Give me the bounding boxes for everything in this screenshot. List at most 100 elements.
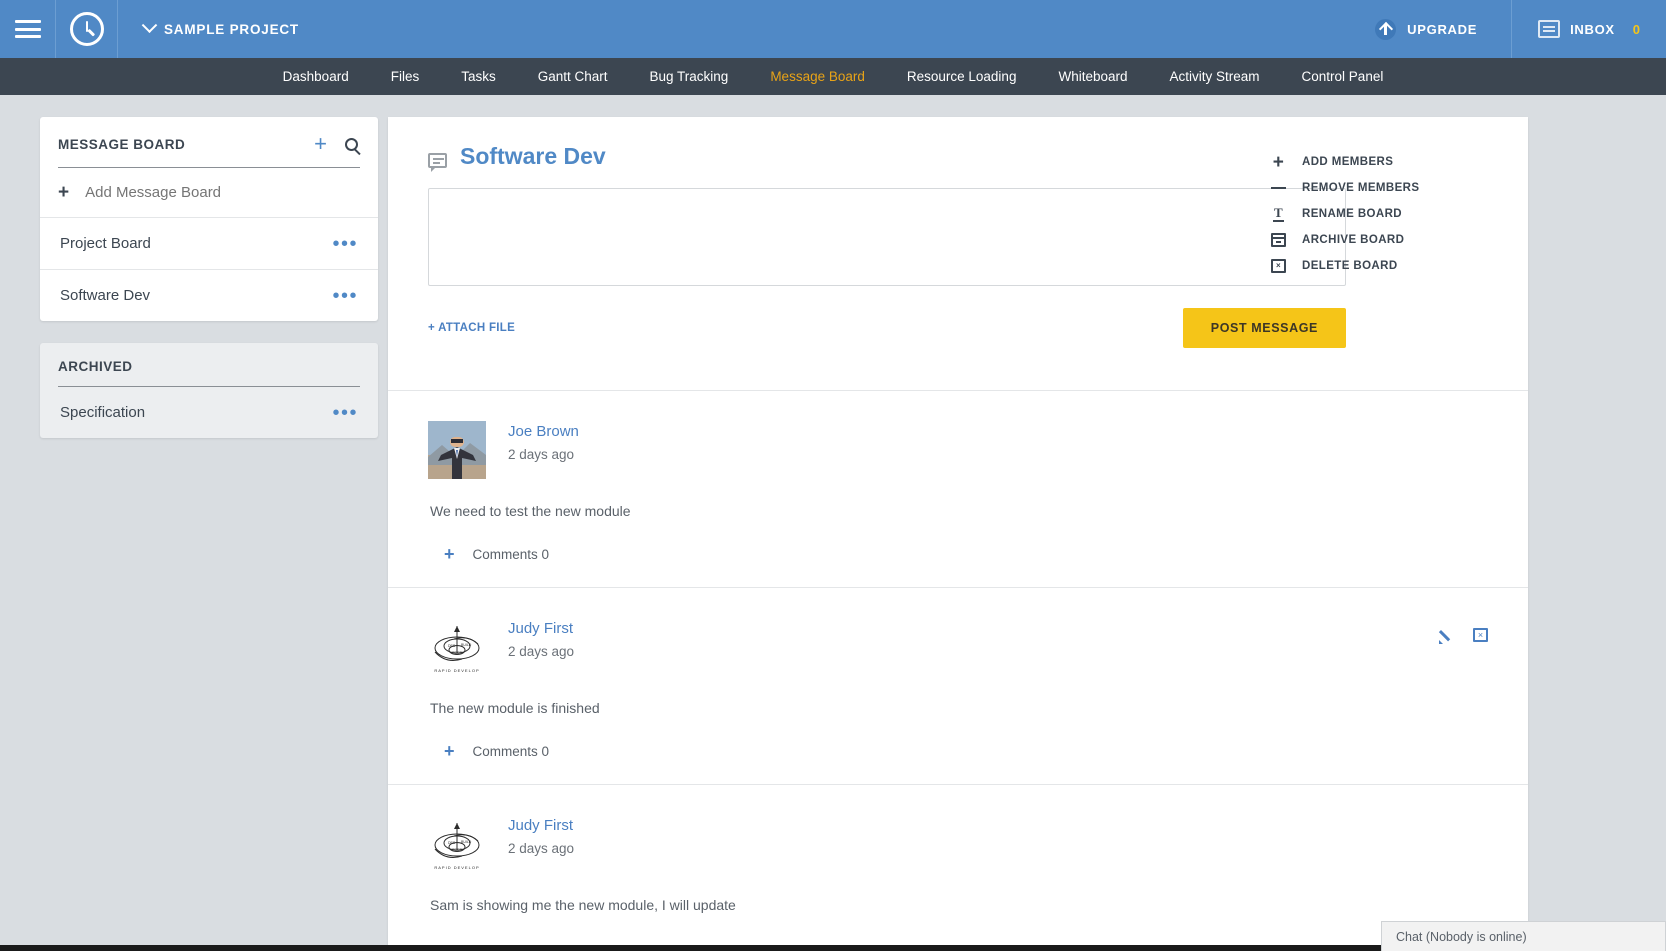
- chat-bar-label: Chat (Nobody is online): [1396, 929, 1527, 944]
- archived-panel-title: ARCHIVED: [58, 359, 133, 374]
- post-message-button[interactable]: POST MESSAGE: [1182, 308, 1346, 348]
- avatar: TEST DES BUILD RAPID DEVELOP: [428, 618, 486, 676]
- archived-panel-header: ARCHIVED: [40, 343, 378, 374]
- post-body-text: Sam is showing me the new module, I will…: [430, 897, 736, 913]
- more-options-icon[interactable]: •••: [332, 403, 358, 423]
- plus-icon: +: [444, 544, 455, 564]
- more-options-icon[interactable]: •••: [332, 286, 358, 306]
- chat-bar[interactable]: Chat (Nobody is online): [1381, 921, 1666, 951]
- action-label: DELETE BOARD: [1302, 260, 1398, 272]
- main-navigation-bar: Dashboard Files Tasks Gantt Chart Bug Tracki…: [0, 58, 1666, 95]
- attach-file-link[interactable]: + ATTACH FILE: [428, 322, 515, 334]
- nav-item-activity-stream[interactable]: Activity Stream: [1149, 58, 1281, 95]
- svg-text:TEST: TEST: [452, 650, 463, 655]
- message-board-panel-title: MESSAGE BOARD: [58, 136, 186, 152]
- post-meta: Judy First 2 days ago: [508, 815, 574, 873]
- remove-members-button[interactable]: REMOVE MEMBERS: [1270, 175, 1500, 201]
- post-meta: Joe Brown 2 days ago: [508, 421, 579, 479]
- nav-item-bug-tracking[interactable]: Bug Tracking: [629, 58, 750, 95]
- delete-box-icon[interactable]: ×: [1473, 628, 1488, 642]
- sidebar-board-item[interactable]: Software Dev •••: [40, 270, 378, 321]
- plus-icon: +: [1272, 151, 1285, 173]
- sidebar: MESSAGE BOARD + + Project Board•••Softwa…: [0, 95, 388, 951]
- svg-text:RAPID DEVELOP: RAPID DEVELOP: [434, 865, 479, 870]
- svg-text:DES: DES: [448, 644, 456, 648]
- nav-item-message-board[interactable]: Message Board: [749, 58, 886, 95]
- delete-board-button[interactable]: × DELETE BOARD: [1270, 253, 1500, 279]
- post-body-text: We need to test the new module: [430, 503, 631, 519]
- main-inner: Software Dev + ADD MEMBERS REMOVE MEMBERS T…: [388, 117, 1528, 937]
- post-header: TEST DES BUILD RAPID DEVELOP Judy First 2 day…: [428, 815, 1488, 873]
- project-selector[interactable]: SAMPLE PROJECT: [118, 16, 299, 37]
- message-input[interactable]: [428, 188, 1346, 286]
- post-author-link[interactable]: Judy First: [508, 620, 574, 637]
- add-message-board-input[interactable]: [85, 184, 360, 201]
- nav-item-tasks[interactable]: Tasks: [440, 58, 517, 95]
- add-board-plus-icon[interactable]: +: [314, 133, 327, 155]
- post-timestamp: 2 days ago: [508, 447, 575, 462]
- svg-text:RAPID DEVELOP: RAPID DEVELOP: [434, 668, 479, 673]
- message-post: TEST DES BUILD RAPID DEVELOP Judy First 2 day…: [388, 588, 1528, 784]
- action-label: REMOVE MEMBERS: [1302, 182, 1420, 194]
- svg-text:BUILD: BUILD: [461, 840, 472, 844]
- upgrade-button[interactable]: UPGRADE: [1375, 18, 1511, 40]
- nav-item-control-panel[interactable]: Control Panel: [1281, 58, 1405, 95]
- archived-panel: ARCHIVED Specification •••: [40, 343, 378, 438]
- page-body: MESSAGE BOARD + + Project Board•••Softwa…: [0, 95, 1666, 951]
- message-board-panel: MESSAGE BOARD + + Project Board•••Softwa…: [40, 117, 378, 321]
- rename-board-button[interactable]: T RENAME BOARD: [1270, 201, 1500, 227]
- comments-count-label: Comments 0: [472, 743, 550, 759]
- top-header-bar: SAMPLE PROJECT UPGRADE INBOX 0: [0, 0, 1666, 58]
- chevron-down-icon: [141, 16, 158, 33]
- svg-text:TEST: TEST: [452, 847, 463, 852]
- action-label: ADD MEMBERS: [1302, 156, 1394, 168]
- message-board-icon: [428, 153, 447, 168]
- time-tracking-button[interactable]: [56, 0, 118, 58]
- sidebar-archived-item[interactable]: Specification •••: [40, 387, 378, 438]
- nav-item-whiteboard[interactable]: Whiteboard: [1037, 58, 1148, 95]
- delete-box-icon: ×: [1270, 259, 1287, 273]
- archive-box-icon: [1270, 233, 1287, 247]
- board-actions-panel: + ADD MEMBERS REMOVE MEMBERS T RENAME BOARD A…: [1270, 149, 1500, 279]
- hamburger-menu-button[interactable]: [0, 0, 56, 58]
- svg-text:BUILD: BUILD: [461, 643, 472, 647]
- nav-item-files[interactable]: Files: [370, 58, 441, 95]
- post-author-link[interactable]: Judy First: [508, 817, 574, 834]
- add-members-button[interactable]: + ADD MEMBERS: [1270, 149, 1500, 175]
- page-title: Software Dev: [460, 143, 606, 169]
- message-list: Joe Brown 2 days ago We need to test the n…: [388, 391, 1528, 937]
- avatar: TEST DES BUILD RAPID DEVELOP: [428, 815, 486, 873]
- inbox-button[interactable]: INBOX 0: [1512, 20, 1666, 38]
- sidebar-archived-item-label: Specification: [60, 404, 146, 421]
- sidebar-board-item[interactable]: Project Board •••: [40, 218, 378, 270]
- archived-board-list: Specification •••: [40, 387, 378, 438]
- inbox-icon: [1538, 20, 1561, 38]
- edit-pencil-icon[interactable]: [1439, 628, 1455, 644]
- message-post: Joe Brown 2 days ago We need to test the n…: [388, 391, 1528, 587]
- post-author-link[interactable]: Joe Brown: [508, 423, 579, 440]
- post-timestamp: 2 days ago: [508, 841, 575, 856]
- minus-icon: [1270, 186, 1287, 190]
- nav-item-gantt-chart[interactable]: Gantt Chart: [517, 58, 629, 95]
- comments-toggle[interactable]: + Comments 0: [428, 545, 1488, 587]
- more-options-icon[interactable]: •••: [332, 234, 358, 254]
- upgrade-label: UPGRADE: [1407, 21, 1478, 37]
- plus-icon: +: [444, 741, 455, 761]
- nav-item-resource-loading[interactable]: Resource Loading: [886, 58, 1038, 95]
- post-meta: Judy First 2 days ago: [508, 618, 574, 676]
- main-content: Software Dev + ADD MEMBERS REMOVE MEMBERS T…: [388, 117, 1528, 951]
- archive-board-button[interactable]: ARCHIVE BOARD: [1270, 227, 1500, 253]
- comments-count-label: Comments 0: [472, 546, 550, 562]
- nav-item-dashboard[interactable]: Dashboard: [262, 58, 370, 95]
- comments-toggle[interactable]: + Comments 0: [428, 742, 1488, 784]
- clock-icon: [69, 12, 104, 46]
- add-message-board-row[interactable]: +: [40, 168, 378, 218]
- hamburger-icon: [14, 20, 41, 38]
- search-icon[interactable]: [345, 137, 358, 151]
- sidebar-board-item-label: Project Board: [60, 235, 151, 252]
- project-name-label: SAMPLE PROJECT: [164, 21, 299, 37]
- text-cursor-icon: T: [1270, 205, 1287, 223]
- upgrade-arrow-icon: [1375, 18, 1397, 40]
- sidebar-board-item-label: Software Dev: [60, 287, 151, 304]
- composer-actions: + ATTACH FILE POST MESSAGE: [428, 308, 1346, 348]
